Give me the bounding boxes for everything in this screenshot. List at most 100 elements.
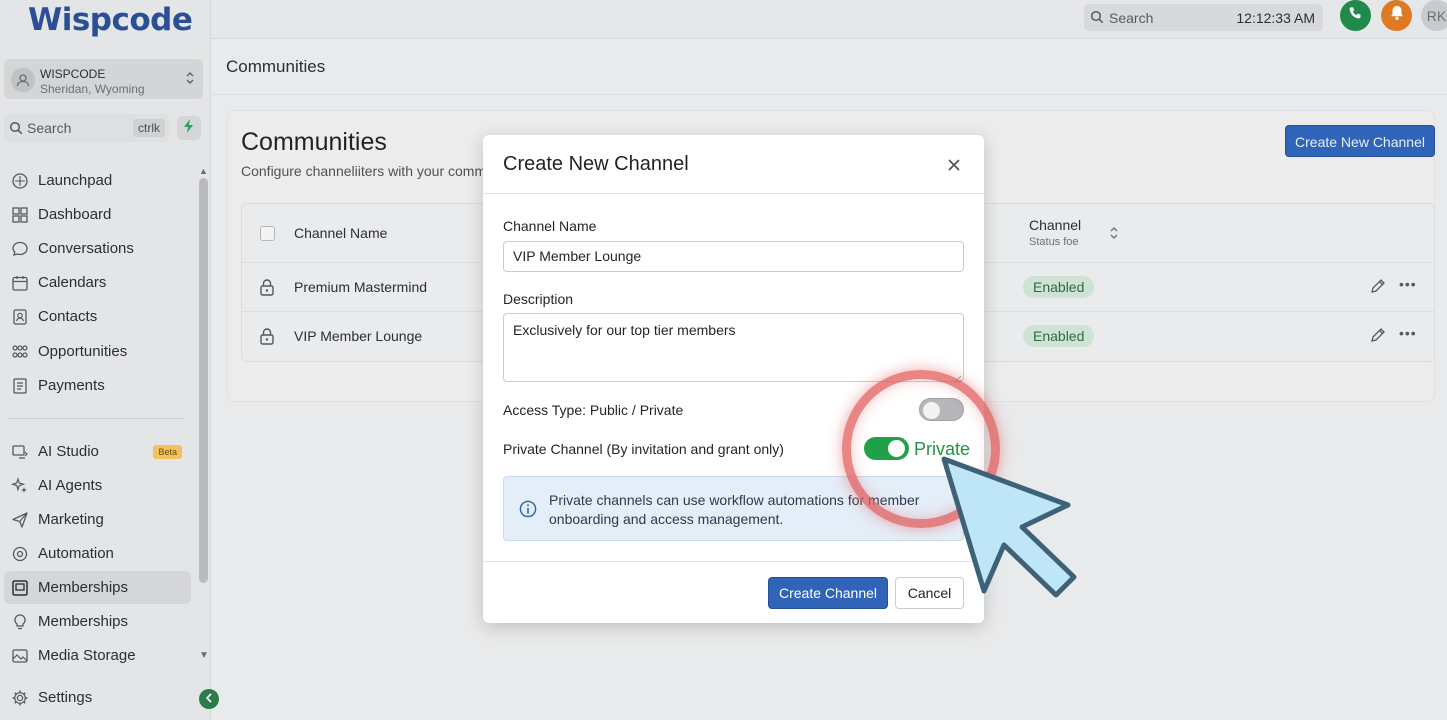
dashboard-icon: [11, 206, 29, 224]
memberships-icon: [11, 579, 29, 597]
sidebar-item-dashboard[interactable]: Dashboard: [4, 198, 191, 231]
sidebar-item-label: Automation: [38, 545, 114, 562]
sidebar-divider: [8, 418, 184, 419]
sidebar-item-calendars[interactable]: Calendars: [4, 266, 191, 299]
status-badge: Enabled: [1023, 276, 1095, 298]
account-switcher[interactable]: WISPCODE Sheridan, Wyoming: [4, 59, 203, 99]
column-header-channel-name[interactable]: Channel Name: [294, 225, 387, 241]
global-search[interactable]: Search 12:12:33 AM: [1084, 4, 1323, 31]
create-new-channel-button[interactable]: Create New Channel: [1285, 125, 1435, 157]
pencil-icon[interactable]: [1370, 278, 1386, 299]
info-icon: [519, 500, 537, 523]
top-bar: Search 12:12:33 AM RK: [211, 0, 1447, 39]
sidebar-item-memberships[interactable]: Memberships: [4, 571, 191, 604]
opportunities-icon: [11, 343, 29, 361]
sidebar-item-marketing[interactable]: Marketing: [4, 503, 191, 536]
pencil-icon[interactable]: [1370, 327, 1386, 348]
column-header-status-sub: Status foe: [1029, 236, 1079, 248]
private-channel-label: Private Channel (By invitation and grant…: [503, 441, 784, 457]
scroll-down-arrow-icon[interactable]: ▼: [199, 650, 209, 661]
access-type-label: Access Type: Public / Private: [503, 402, 684, 418]
chevron-up-down-icon: [185, 70, 195, 91]
search-shortcut-badge: ctrlk: [133, 119, 165, 137]
sidebar-item-media-storage[interactable]: Media Storage: [4, 639, 191, 672]
chevron-left-icon: [205, 690, 213, 708]
gear-icon: [11, 689, 29, 707]
scroll-up-arrow-icon[interactable]: ▲: [199, 166, 208, 176]
close-icon[interactable]: [945, 156, 963, 174]
channel-name-label: Channel Name: [503, 218, 597, 234]
bell-icon: [1390, 5, 1404, 26]
launchpad-icon: [11, 172, 29, 190]
search-icon: [9, 121, 23, 140]
phone-button[interactable]: [1340, 0, 1371, 31]
global-search-placeholder: Search: [1109, 10, 1154, 26]
ai-studio-icon: [11, 443, 29, 461]
sidebar-search[interactable]: Search ctrlk: [4, 114, 169, 142]
sidebar-item-label: AI Agents: [38, 477, 103, 494]
sidebar-item-label: Launchpad: [38, 172, 113, 189]
sidebar-item-opportunities[interactable]: Opportunities: [4, 335, 191, 368]
sidebar-item-payments[interactable]: Payments: [4, 369, 191, 402]
quick-action-button[interactable]: [177, 116, 201, 140]
sidebar-item-label: Calendars: [38, 274, 107, 291]
lightbulb-icon: [11, 613, 29, 631]
column-header-channel-status[interactable]: Channel: [1029, 217, 1081, 233]
sidebar-item-label: Dashboard: [38, 206, 112, 223]
sidebar-item-ai-agents[interactable]: AI Agents: [4, 469, 191, 502]
mouse-pointer-icon: [938, 453, 1080, 608]
more-options-icon[interactable]: •••: [1399, 325, 1417, 341]
sidebar-scrollbar[interactable]: [199, 178, 208, 583]
sidebar-item-launchpad[interactable]: Launchpad: [4, 164, 191, 197]
card-subtitle: Configure channeliiters with your comm: [241, 163, 487, 179]
app-logo[interactable]: Wispcode: [28, 2, 193, 38]
notifications-button[interactable]: [1381, 0, 1412, 31]
description-textarea[interactable]: Exclusively for our top tier members: [503, 313, 964, 382]
modal-title: Create New Channel: [503, 153, 689, 175]
sidebar-item-label: Payments: [38, 377, 105, 394]
send-icon: [11, 511, 29, 529]
sort-icon[interactable]: [1109, 226, 1119, 245]
sidebar-item-label: Contacts: [38, 308, 98, 325]
sidebar-item-label: Opportunities: [38, 343, 128, 360]
user-avatar[interactable]: RK: [1421, 0, 1447, 31]
account-location: Sheridan, Wyoming: [40, 82, 145, 96]
payments-icon: [11, 377, 29, 395]
bolt-icon: [183, 118, 195, 138]
sidebar: Wispcode WISPCODE Sheridan, Wyoming Sear…: [0, 0, 219, 720]
lock-icon: [259, 327, 275, 350]
calendar-icon: [11, 274, 29, 292]
automation-icon: [11, 545, 29, 563]
chat-icon: [11, 240, 29, 258]
channel-name-cell: VIP Member Lounge: [294, 328, 423, 344]
media-icon: [11, 647, 29, 665]
sidebar-item-conversations[interactable]: Conversations: [4, 232, 191, 265]
sidebar-search-placeholder: Search: [27, 120, 72, 136]
sidebar-item-label: AI Studio: [38, 443, 99, 460]
sidebar-item-label: Media Storage: [38, 647, 136, 664]
sidebar-item-memberships[interactable]: Memberships: [4, 605, 191, 638]
contacts-icon: [11, 308, 29, 326]
sidebar-item-automation[interactable]: Automation: [4, 537, 191, 570]
sparkle-icon: [10, 477, 29, 495]
sidebar-item-label: Marketing: [38, 511, 104, 528]
sidebar-item-contacts[interactable]: Contacts: [4, 300, 191, 333]
sidebar-item-label: Memberships: [38, 579, 129, 596]
sidebar-item-settings[interactable]: Settings: [4, 681, 191, 714]
modal-footer-divider: [483, 561, 984, 562]
page-title: Communities: [226, 57, 326, 76]
sidebar-item-ai-studio[interactable]: AI Studio Beta: [4, 435, 191, 468]
account-avatar-icon: [11, 68, 35, 92]
channel-name-input[interactable]: VIP Member Lounge: [503, 241, 964, 272]
create-channel-button[interactable]: Create Channel: [768, 577, 888, 609]
collapse-sidebar-button[interactable]: [199, 689, 219, 709]
modal-header: Create New Channel: [483, 135, 984, 194]
description-label: Description: [503, 291, 574, 307]
more-options-icon[interactable]: •••: [1399, 276, 1417, 292]
select-all-checkbox[interactable]: [260, 226, 275, 241]
header-divider: [211, 94, 1447, 95]
channel-name-cell: Premium Mastermind: [294, 279, 428, 295]
sidebar-item-label: Conversations: [38, 240, 134, 257]
phone-icon: [1348, 6, 1363, 26]
beta-badge: Beta: [153, 445, 182, 459]
